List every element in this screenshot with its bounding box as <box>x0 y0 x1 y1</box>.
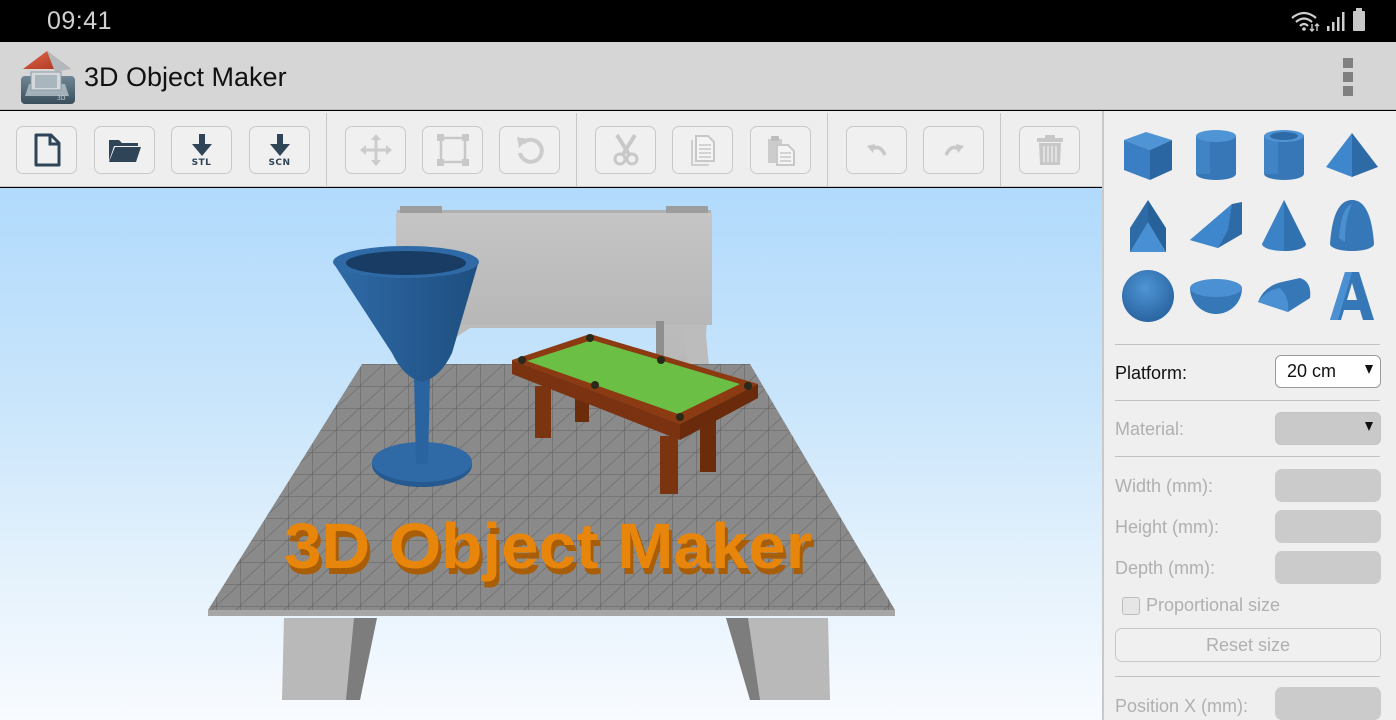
width-input[interactable] <box>1275 469 1381 502</box>
toolbar: STL SCN <box>0 111 1102 187</box>
chevron-down-icon <box>1365 422 1373 431</box>
shape-cone[interactable] <box>1250 191 1318 261</box>
height-label: Height (mm): <box>1115 517 1220 537</box>
pyramid-shape-icon <box>1326 133 1378 177</box>
toolbar-separator <box>827 113 828 187</box>
proportional-size-checkbox[interactable] <box>1122 597 1140 615</box>
divider <box>1115 400 1380 401</box>
rotate-icon <box>516 137 544 164</box>
cone-shape-icon <box>1262 200 1306 251</box>
3d-text-label: 3D Object Maker <box>284 510 812 582</box>
sphere-shape-icon <box>1122 270 1174 322</box>
download-icon <box>269 133 290 156</box>
shape-sphere[interactable] <box>1114 261 1182 331</box>
shape-triangular-pyramid[interactable] <box>1114 191 1182 261</box>
undo-button[interactable] <box>846 126 907 174</box>
shape-text[interactable] <box>1318 261 1386 331</box>
shape-paraboloid[interactable] <box>1318 191 1386 261</box>
shape-cube[interactable] <box>1114 121 1182 191</box>
depth-input[interactable] <box>1275 551 1381 584</box>
wifi-icon <box>1291 11 1320 32</box>
toolbar-separator <box>576 113 577 187</box>
svg-text:3D: 3D <box>57 95 66 102</box>
rotate-button[interactable] <box>499 126 560 174</box>
folder-open-icon <box>108 140 141 162</box>
cut-button[interactable] <box>595 126 656 174</box>
signal-icon <box>1327 12 1345 31</box>
redo-icon <box>943 144 964 156</box>
tube-shape-icon <box>1264 130 1304 180</box>
battery-icon <box>1353 8 1365 31</box>
position-x-input[interactable] <box>1275 687 1381 720</box>
export-stl-button[interactable]: STL <box>171 126 232 174</box>
chevron-down-icon <box>1365 365 1373 374</box>
3d-text-object[interactable]: 3D Object Maker 3D Object Maker <box>284 510 815 588</box>
status-time: 09:41 <box>47 7 113 35</box>
export-scn-label: SCN <box>268 157 291 168</box>
download-icon <box>191 133 212 156</box>
cylinder-shape-icon <box>1196 130 1236 180</box>
copy-icon <box>690 135 715 166</box>
triangular-pyramid-shape-icon <box>1130 200 1166 252</box>
status-bar: 09:41 <box>0 0 1396 42</box>
proportional-size-label[interactable]: Proportional size <box>1146 595 1280 616</box>
new-file-button[interactable] <box>16 126 77 174</box>
material-label: Material: <box>1115 419 1185 439</box>
scissors-icon <box>613 134 638 166</box>
3d-viewport[interactable]: 3D Object Maker 3D Object Maker <box>0 188 1102 720</box>
new-file-icon <box>34 133 60 167</box>
export-stl-label: STL <box>191 157 212 168</box>
toolbar-separator <box>1000 113 1001 187</box>
paste-icon <box>767 136 795 166</box>
overflow-menu-icon[interactable] <box>1338 58 1358 96</box>
platform-label: Platform: <box>1115 363 1188 383</box>
app-title: 3D Object Maker <box>84 62 287 92</box>
shape-cylinder[interactable] <box>1182 121 1250 191</box>
height-input[interactable] <box>1275 510 1381 543</box>
app-logo-house-icon: 3D <box>21 51 75 104</box>
redo-button[interactable] <box>923 126 984 174</box>
scale-icon <box>436 134 469 166</box>
half-cylinder-shape-icon <box>1258 278 1311 312</box>
undo-icon <box>866 144 887 156</box>
text-shape-icon <box>1330 272 1374 320</box>
platform-select-value: 20 cm <box>1287 361 1337 381</box>
shape-tube[interactable] <box>1250 121 1318 191</box>
3d-scene: 3D Object Maker 3D Object Maker <box>208 206 895 700</box>
cube-shape-icon <box>1124 132 1172 180</box>
divider <box>1115 456 1380 457</box>
delete-button[interactable] <box>1019 126 1080 174</box>
toolbar-separator <box>326 113 327 187</box>
copy-button[interactable] <box>672 126 733 174</box>
open-button[interactable] <box>94 126 155 174</box>
scale-button[interactable] <box>422 126 483 174</box>
wedge-shape-icon <box>1190 202 1242 248</box>
move-icon <box>359 134 392 166</box>
divider <box>1115 676 1380 677</box>
paraboloid-shape-icon <box>1330 200 1374 251</box>
move-button[interactable] <box>345 126 406 174</box>
paste-button[interactable] <box>750 126 811 174</box>
material-select[interactable] <box>1275 412 1381 445</box>
shape-pyramid[interactable] <box>1318 121 1386 191</box>
shape-hemisphere[interactable] <box>1182 261 1250 331</box>
shape-half-cylinder[interactable] <box>1250 261 1318 331</box>
reset-size-button[interactable]: Reset size <box>1115 628 1381 662</box>
depth-label: Depth (mm): <box>1115 558 1216 578</box>
trash-icon <box>1036 135 1063 165</box>
position-x-label: Position X (mm): <box>1115 696 1249 716</box>
width-label: Width (mm): <box>1115 476 1213 496</box>
hemisphere-shape-icon <box>1190 279 1242 314</box>
shape-wedge[interactable] <box>1182 191 1250 261</box>
divider <box>1115 344 1380 345</box>
platform-select[interactable]: 20 cm <box>1275 355 1381 388</box>
properties-panel: Platform: 20 cm Material: Width (mm): He… <box>1104 111 1396 720</box>
status-icons <box>1290 8 1366 32</box>
app-bar: 3D 3D Object Maker <box>0 42 1396 110</box>
export-scn-button[interactable]: SCN <box>249 126 310 174</box>
shape-library <box>1114 121 1386 336</box>
